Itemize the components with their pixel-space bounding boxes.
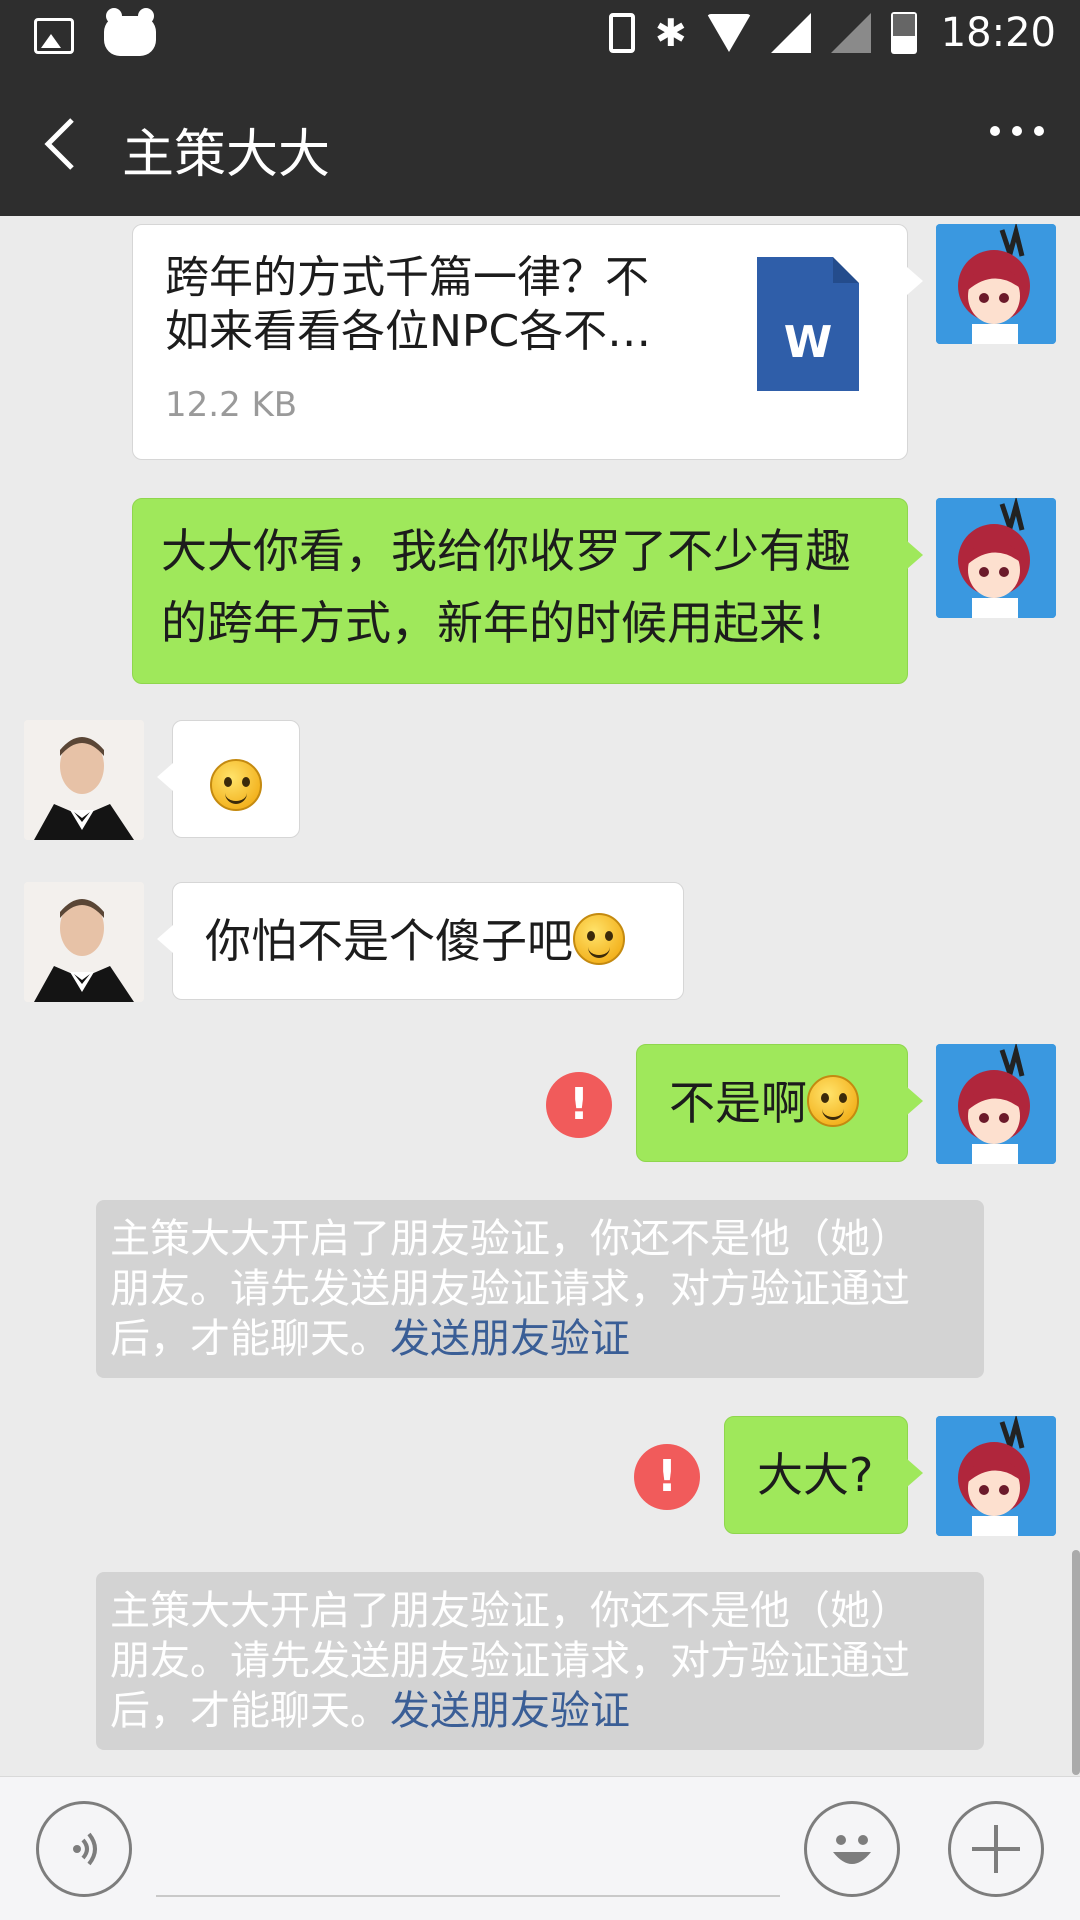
status-bar: ✱ 18:20 <box>0 0 1080 72</box>
anime-girl-avatar-icon <box>936 498 1056 618</box>
sent-message-bubble[interactable]: 大大你看，我给你收罗了不少有趣 的跨年方式，新年的时候用起来！ <box>132 498 923 684</box>
title-bar: 主策大大 <box>0 72 1080 216</box>
message-list[interactable]: 跨年的方式千篇一律？不 如来看看各位NPC各不… 12.2 KB W 大大你看，… <box>0 216 1080 1776</box>
smile-emoji-icon <box>210 759 262 811</box>
input-bar <box>0 1776 1080 1920</box>
file-name: 跨年的方式千篇一律？不 如来看看各位NPC各不… <box>165 252 652 357</box>
chevron-left-icon <box>44 118 74 170</box>
more-dot-icon <box>1034 126 1044 136</box>
blush-emoji-icon <box>807 1075 859 1127</box>
back-button[interactable] <box>30 112 90 176</box>
send-failed-icon[interactable]: ! <box>546 1072 612 1138</box>
voice-icon <box>73 1832 97 1866</box>
emoji-button[interactable] <box>804 1801 900 1897</box>
gallery-notification-icon <box>34 18 74 54</box>
my-avatar[interactable] <box>936 1044 1056 1164</box>
plus-icon <box>972 1825 1020 1873</box>
sent-message-bubble[interactable]: 不是啊 <box>636 1044 923 1162</box>
more-options-button[interactable] <box>990 126 1044 136</box>
friend-verification-notice: 主策大大开启了朋友验证，你还不是他（她） 朋友。请先发送朋友验证请求，对方验证通… <box>96 1572 984 1750</box>
file-size: 12.2 KB <box>165 385 298 425</box>
voice-input-button[interactable] <box>36 1801 132 1897</box>
sent-message-bubble[interactable]: 大大? <box>724 1416 923 1534</box>
chat-title: 主策大大 <box>122 125 331 185</box>
send-verification-link[interactable]: 发送朋友验证 <box>390 1688 630 1734</box>
message-input[interactable] <box>156 1895 780 1897</box>
more-functions-button[interactable] <box>948 1801 1044 1897</box>
received-message-bubble[interactable]: 你怕不是个傻子吧 <box>157 882 684 1000</box>
bluetooth-icon: ✱ <box>654 11 687 55</box>
vibrate-icon <box>608 13 635 53</box>
bear-app-icon <box>104 8 156 56</box>
send-failed-icon[interactable]: ! <box>634 1444 700 1510</box>
word-document-icon: W <box>757 257 859 391</box>
man-in-tuxedo-avatar-icon <box>24 882 144 1002</box>
file-message-bubble[interactable]: 跨年的方式千篇一律？不 如来看看各位NPC各不… 12.2 KB W <box>132 224 923 460</box>
anime-girl-avatar-icon <box>936 224 1056 344</box>
clock: 18:20 <box>940 10 1056 56</box>
wifi-icon <box>706 14 751 52</box>
battery-icon <box>890 12 917 54</box>
received-emoji-bubble[interactable] <box>157 720 300 838</box>
signal-icon <box>770 13 811 53</box>
my-avatar[interactable] <box>936 1416 1056 1536</box>
friend-verification-notice: 主策大大开启了朋友验证，你还不是他（她） 朋友。请先发送朋友验证请求，对方验证通… <box>96 1200 984 1378</box>
man-in-tuxedo-avatar-icon <box>24 720 144 840</box>
more-dot-icon <box>990 126 1000 136</box>
send-verification-link[interactable]: 发送朋友验证 <box>390 1316 630 1362</box>
signal-2-icon <box>830 13 871 53</box>
more-dot-icon <box>1012 126 1022 136</box>
contact-avatar[interactable] <box>24 882 144 1002</box>
anime-girl-avatar-icon <box>936 1044 1056 1164</box>
my-avatar[interactable] <box>936 224 1056 344</box>
my-avatar[interactable] <box>936 498 1056 618</box>
anime-girl-avatar-icon <box>936 1416 1056 1536</box>
scrollbar[interactable] <box>1072 1550 1080 1775</box>
emoji-icon <box>833 1835 871 1864</box>
smile-emoji-icon <box>573 913 625 965</box>
contact-avatar[interactable] <box>24 720 144 840</box>
